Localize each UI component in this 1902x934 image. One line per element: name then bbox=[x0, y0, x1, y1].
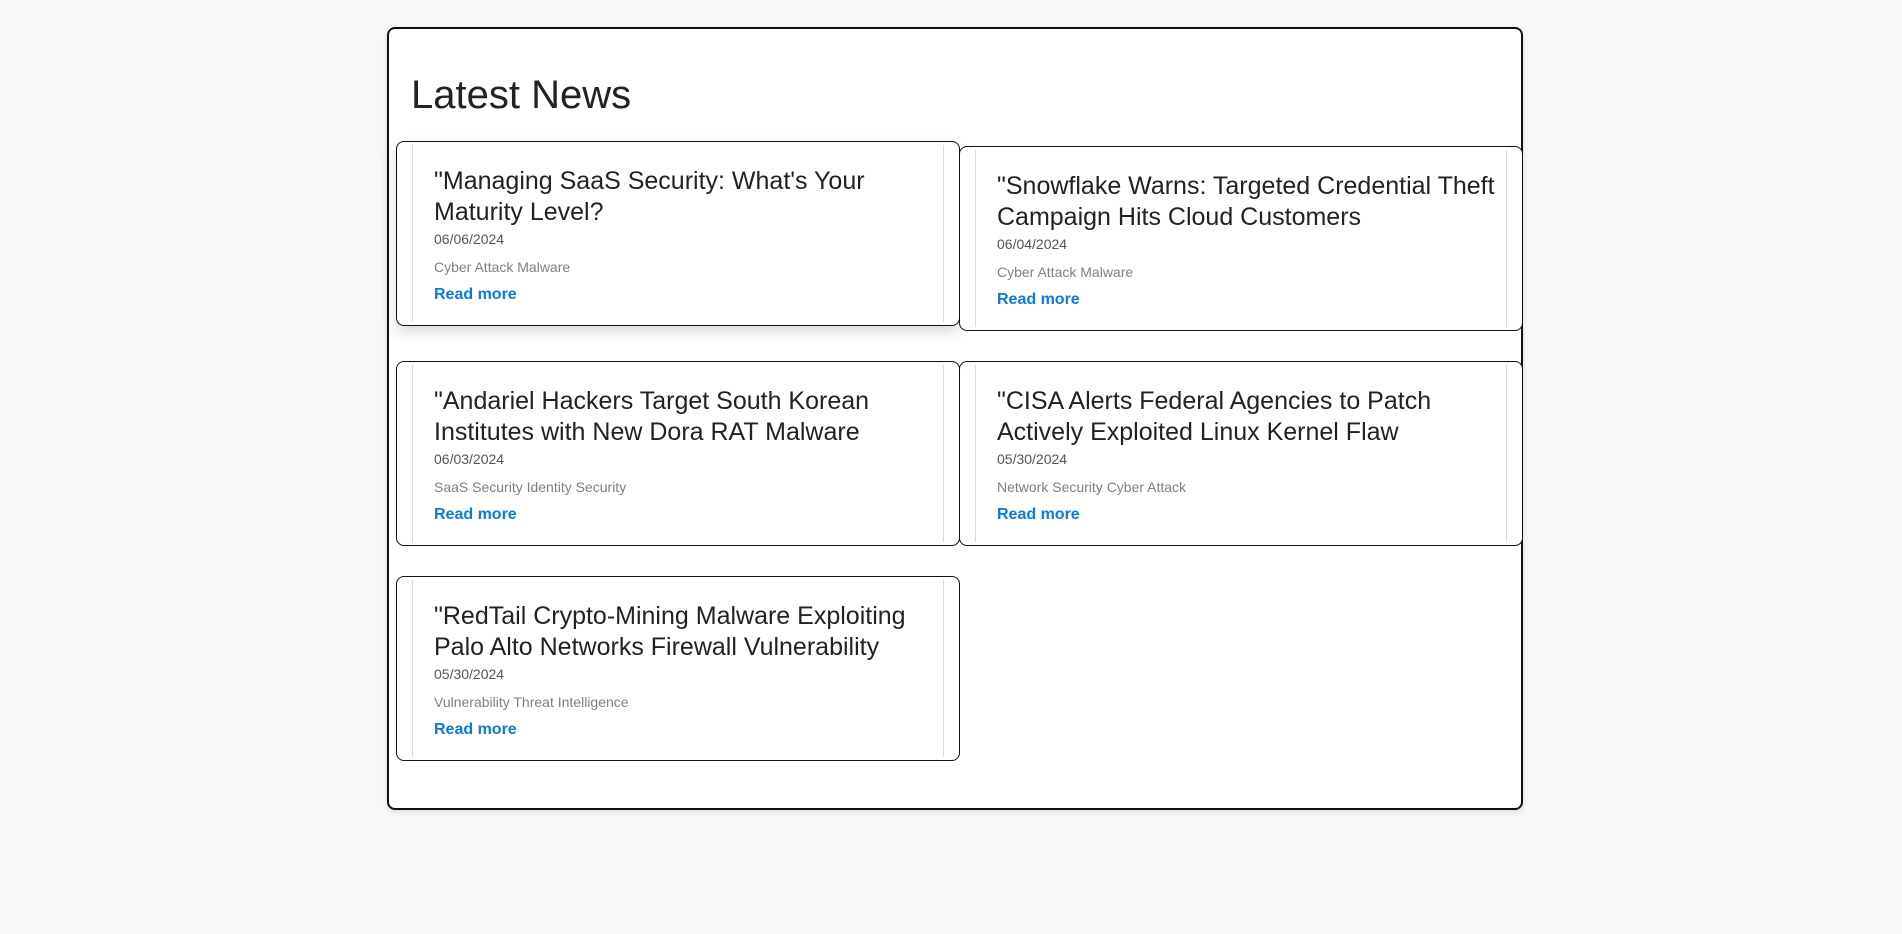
card-body: "RedTail Crypto-Mining Malware Exploitin… bbox=[412, 580, 944, 757]
news-title: "Managing SaaS Security: What's Your Mat… bbox=[434, 167, 865, 226]
news-date: 06/04/2024 bbox=[997, 236, 1068, 252]
card-body: "Managing SaaS Security: What's Your Mat… bbox=[412, 145, 944, 322]
page-title: Latest News bbox=[411, 73, 632, 117]
news-card: "Snowflake Warns: Targeted Credential Th… bbox=[959, 146, 1523, 331]
news-tags: Vulnerability Threat Intelligence bbox=[434, 694, 629, 710]
news-tags: SaaS Security Identity Security bbox=[434, 479, 627, 495]
news-tags: Network Security Cyber Attack bbox=[997, 479, 1187, 495]
news-date: 06/06/2024 bbox=[434, 231, 505, 247]
news-card: "Managing SaaS Security: What's Your Mat… bbox=[396, 141, 960, 326]
news-title: "CISA Alerts Federal Agencies to Patch A… bbox=[997, 387, 1432, 446]
news-date: 05/30/2024 bbox=[434, 666, 505, 682]
news-date: 05/30/2024 bbox=[997, 451, 1068, 467]
news-title: "Snowflake Warns: Targeted Credential Th… bbox=[997, 172, 1495, 231]
card-body: "Andariel Hackers Target South Korean In… bbox=[412, 365, 944, 542]
card-body: "CISA Alerts Federal Agencies to Patch A… bbox=[975, 365, 1507, 542]
news-card: "CISA Alerts Federal Agencies to Patch A… bbox=[959, 361, 1523, 546]
news-tags: Cyber Attack Malware bbox=[997, 264, 1134, 280]
news-card: "RedTail Crypto-Mining Malware Exploitin… bbox=[396, 576, 960, 761]
read-more-link[interactable]: Read more bbox=[434, 506, 517, 524]
read-more-link[interactable]: Read more bbox=[997, 506, 1080, 524]
news-card: "Andariel Hackers Target South Korean In… bbox=[396, 361, 960, 546]
card-body: "Snowflake Warns: Targeted Credential Th… bbox=[975, 150, 1507, 327]
read-more-link[interactable]: Read more bbox=[434, 286, 517, 304]
news-date: 06/03/2024 bbox=[434, 451, 505, 467]
news-tags: Cyber Attack Malware bbox=[434, 259, 571, 275]
news-title: "RedTail Crypto-Mining Malware Exploitin… bbox=[434, 602, 906, 661]
news-panel: Latest News "Managing SaaS Security: Wha… bbox=[387, 27, 1523, 810]
read-more-link[interactable]: Read more bbox=[434, 721, 517, 739]
read-more-link[interactable]: Read more bbox=[997, 291, 1080, 309]
news-title: "Andariel Hackers Target South Korean In… bbox=[434, 387, 870, 446]
